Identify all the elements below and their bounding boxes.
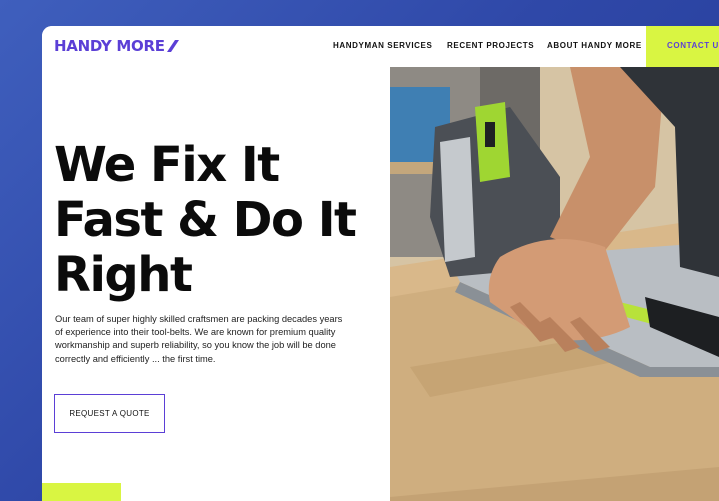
logo-text: HANDY MORE [54,37,165,55]
nav-link-recent-projects[interactable]: RECENT PROJECTS [447,41,534,50]
logo[interactable]: HANDY MORE [54,36,180,56]
request-quote-label: REQUEST A QUOTE [69,409,150,418]
corner-accent-block [42,483,121,501]
hero-title-line-2: Fast & Do It [54,192,357,248]
contact-us-button[interactable]: CONTACT US [646,26,719,67]
hero-title-line-1: We Fix It [54,137,280,193]
nav-link-about[interactable]: ABOUT HANDY MORE [547,41,642,50]
nav-link-handyman-services[interactable]: HANDYMAN SERVICES [333,41,432,50]
contact-us-label: CONTACT US [667,41,719,50]
hero-photo [390,67,719,501]
top-navigation: HANDY MORE HANDYMAN SERVICES RECENT PROJ… [42,26,719,67]
browser-frame: HANDY MORE HANDYMAN SERVICES RECENT PROJ… [42,26,719,501]
hero-description: Our team of super highly skilled craftsm… [55,314,343,364]
hero-title-line-3: Right [54,247,193,303]
hero-photo-illustration [390,67,719,501]
request-quote-button[interactable]: REQUEST A QUOTE [54,394,165,433]
hero-title: We Fix It Fast & Do It Right [54,138,384,303]
logo-slash-icon [166,40,179,52]
